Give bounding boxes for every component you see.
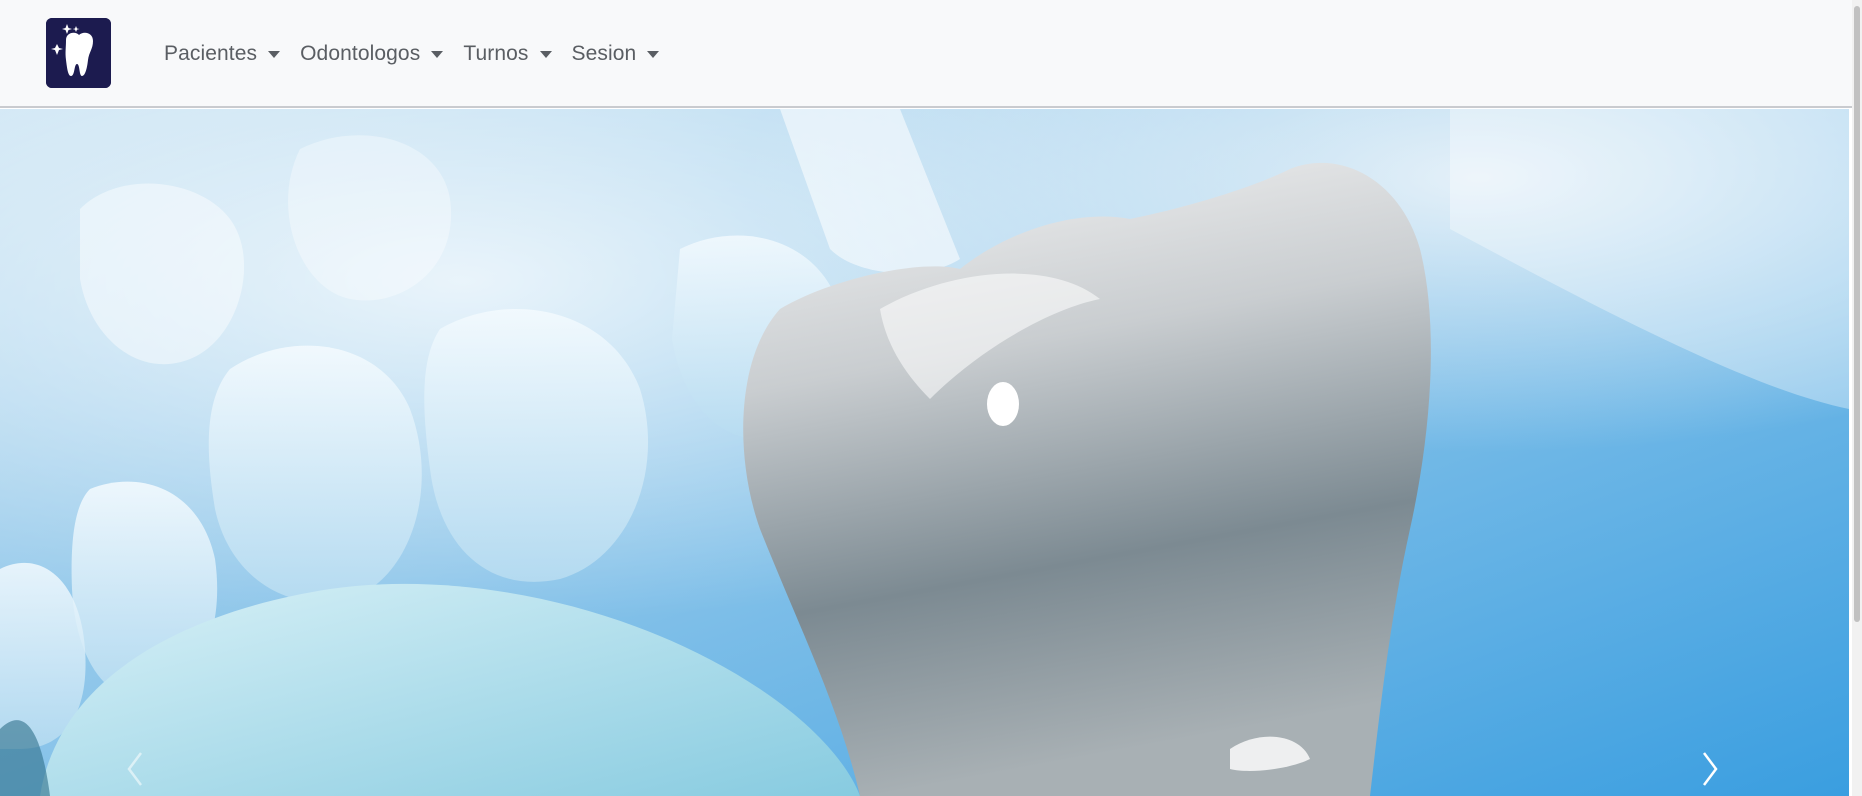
caret-down-icon [539, 50, 552, 58]
caret-down-icon [431, 50, 444, 58]
nav-label-turnos: Turnos [463, 42, 529, 65]
carousel-prev-button[interactable] [100, 739, 170, 796]
navbar: Pacientes Odontologos Turnos Sesion [0, 0, 1852, 108]
carousel-next-button[interactable] [1675, 739, 1745, 796]
tooth-logo-icon [46, 18, 111, 88]
nav-item-pacientes[interactable]: Pacientes [154, 34, 290, 74]
chevron-left-icon [127, 752, 142, 786]
vertical-scrollbar[interactable] [1852, 0, 1862, 796]
scrollbar-thumb[interactable] [1854, 6, 1860, 622]
nav-label-odontologos: Odontologos [300, 42, 421, 65]
nav-menu: Pacientes Odontologos Turnos Sesion [154, 0, 669, 108]
chevron-right-icon [1703, 752, 1718, 786]
nav-item-odontologos[interactable]: Odontologos [290, 34, 453, 74]
teeth-hero-image [0, 109, 1849, 796]
caret-down-icon [268, 50, 281, 58]
nav-label-sesion: Sesion [571, 42, 637, 65]
hero-carousel [0, 109, 1849, 796]
nav-label-pacientes: Pacientes [164, 42, 258, 65]
nav-item-turnos[interactable]: Turnos [453, 34, 561, 74]
caret-down-icon [647, 50, 660, 58]
brand-logo[interactable] [46, 18, 111, 88]
nav-item-sesion[interactable]: Sesion [562, 34, 670, 74]
